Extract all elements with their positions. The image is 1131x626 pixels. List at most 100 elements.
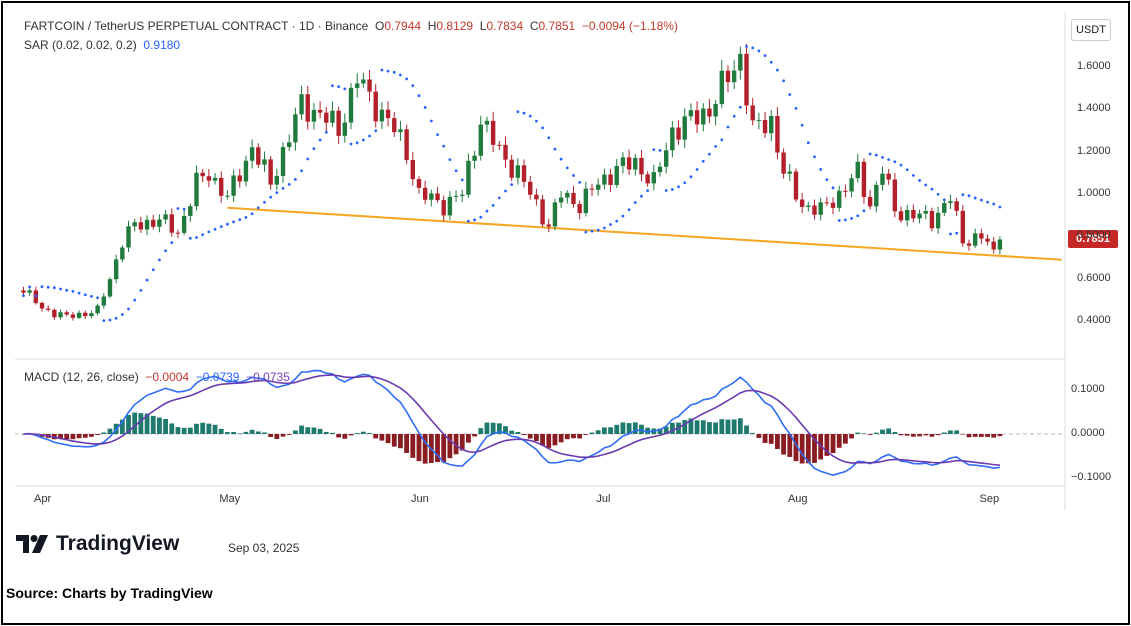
candle-body	[249, 147, 255, 161]
candle-body	[280, 147, 286, 176]
candle-body	[52, 309, 57, 318]
candle-body	[361, 79, 366, 84]
candle-body	[540, 199, 545, 225]
sar-dot	[528, 114, 532, 118]
candle-body	[731, 70, 737, 83]
candle-body	[571, 192, 576, 205]
sar-dot	[745, 45, 748, 48]
candle-body	[744, 53, 749, 106]
currency-button[interactable]: USDT	[1071, 19, 1111, 41]
macd-histogram-bar	[583, 434, 589, 435]
macd-histogram-bar	[923, 434, 929, 436]
candle-body	[867, 196, 873, 207]
time-tick: Sep	[979, 493, 1000, 505]
candle-body	[892, 179, 898, 212]
macd-histogram-bar	[608, 427, 613, 434]
macd-histogram-bar	[737, 418, 743, 434]
candle-body	[991, 241, 996, 250]
sar-dot	[621, 214, 625, 218]
macd-histogram-bar	[231, 431, 236, 434]
sar-dot	[318, 138, 322, 142]
candle-body	[694, 110, 700, 125]
macd-histogram-bar	[781, 434, 786, 455]
sar-dot	[454, 169, 458, 173]
candle-body	[200, 172, 205, 177]
macd-histogram-bar	[187, 427, 193, 434]
sar-dot	[547, 136, 551, 140]
sar-dot	[139, 288, 143, 292]
sar-dot	[695, 168, 699, 171]
macd-histogram-bar	[898, 434, 904, 436]
change-value: −0.0094 (−1.18%)	[581, 19, 678, 33]
candle-body	[960, 210, 966, 244]
sar-dot	[738, 105, 742, 109]
candle-body	[107, 279, 113, 297]
macd-histogram-bar	[558, 434, 564, 443]
signal-line	[23, 374, 1000, 466]
sar-dot	[596, 228, 600, 232]
macd-histogram-bar	[750, 432, 756, 434]
sar-dot	[955, 231, 959, 235]
candle-body	[219, 177, 224, 196]
macd-histogram-bar	[509, 430, 515, 434]
open-label: O	[375, 19, 385, 33]
candle-body	[558, 197, 564, 203]
candle-body	[966, 243, 972, 246]
macd-histogram-bar	[935, 434, 941, 436]
candle-body	[942, 203, 947, 213]
sar-dot	[967, 194, 971, 198]
candle-body	[651, 172, 657, 184]
macd-histogram-bar	[330, 432, 335, 434]
macd-legend[interactable]: MACD (12, 26, close) −0.0004 −0.0739 −0.…	[24, 370, 290, 384]
sar-dot	[226, 222, 229, 226]
candle-body	[707, 108, 712, 117]
sar-dot	[881, 156, 884, 159]
sar-dot	[491, 203, 495, 207]
candle-body	[701, 108, 706, 125]
macd-histogram-bar	[163, 419, 168, 434]
price-tick: 1.0000	[1077, 187, 1111, 199]
candle-body	[441, 200, 446, 216]
macd-histogram-bar	[391, 434, 397, 447]
macd-histogram-bar	[954, 430, 960, 434]
macd-histogram-bar	[886, 428, 892, 434]
sar-dot	[979, 198, 983, 202]
candle-body	[472, 155, 477, 161]
sar-dot	[263, 200, 266, 204]
candle-body	[546, 224, 551, 227]
candle-body	[416, 179, 422, 188]
candle-body	[194, 172, 199, 207]
candle-body	[948, 201, 953, 204]
candle-body	[719, 70, 724, 104]
macd-histogram-bar	[527, 434, 533, 439]
candle-body	[466, 160, 471, 195]
candle-body	[348, 87, 354, 123]
sar-dot	[244, 216, 248, 219]
sar-dot	[46, 285, 50, 289]
sar-legend[interactable]: SAR (0.02, 0.02, 0.2) 0.9180	[24, 38, 180, 52]
candle-body	[626, 157, 632, 170]
macd-histogram-bar	[472, 434, 477, 437]
macd-histogram-bar	[82, 434, 88, 438]
macd-histogram-bar	[280, 434, 286, 437]
macd-histogram-bar	[972, 434, 978, 437]
sar-dot	[565, 166, 569, 170]
macd-histogram-bar	[385, 434, 391, 444]
macd-histogram-bar	[354, 433, 360, 434]
tradingview-logo[interactable]: TradingView	[16, 532, 179, 556]
candle-body	[880, 173, 885, 185]
candle-body	[379, 109, 385, 122]
macd-histogram-bar	[892, 431, 898, 434]
candle-body	[89, 313, 94, 317]
brand-name: TradingView	[56, 532, 180, 555]
candle-body	[64, 312, 69, 315]
macd-histogram-bar	[206, 423, 212, 434]
sar-dot	[899, 163, 903, 167]
macd-histogram-bar	[255, 431, 261, 434]
price-tick: 0.8000	[1077, 229, 1111, 242]
candle-body	[923, 210, 928, 214]
macd-histogram-bar	[577, 434, 583, 439]
macd-histogram-bar	[589, 432, 595, 434]
candle-body	[373, 91, 378, 122]
sar-dot	[683, 181, 687, 185]
